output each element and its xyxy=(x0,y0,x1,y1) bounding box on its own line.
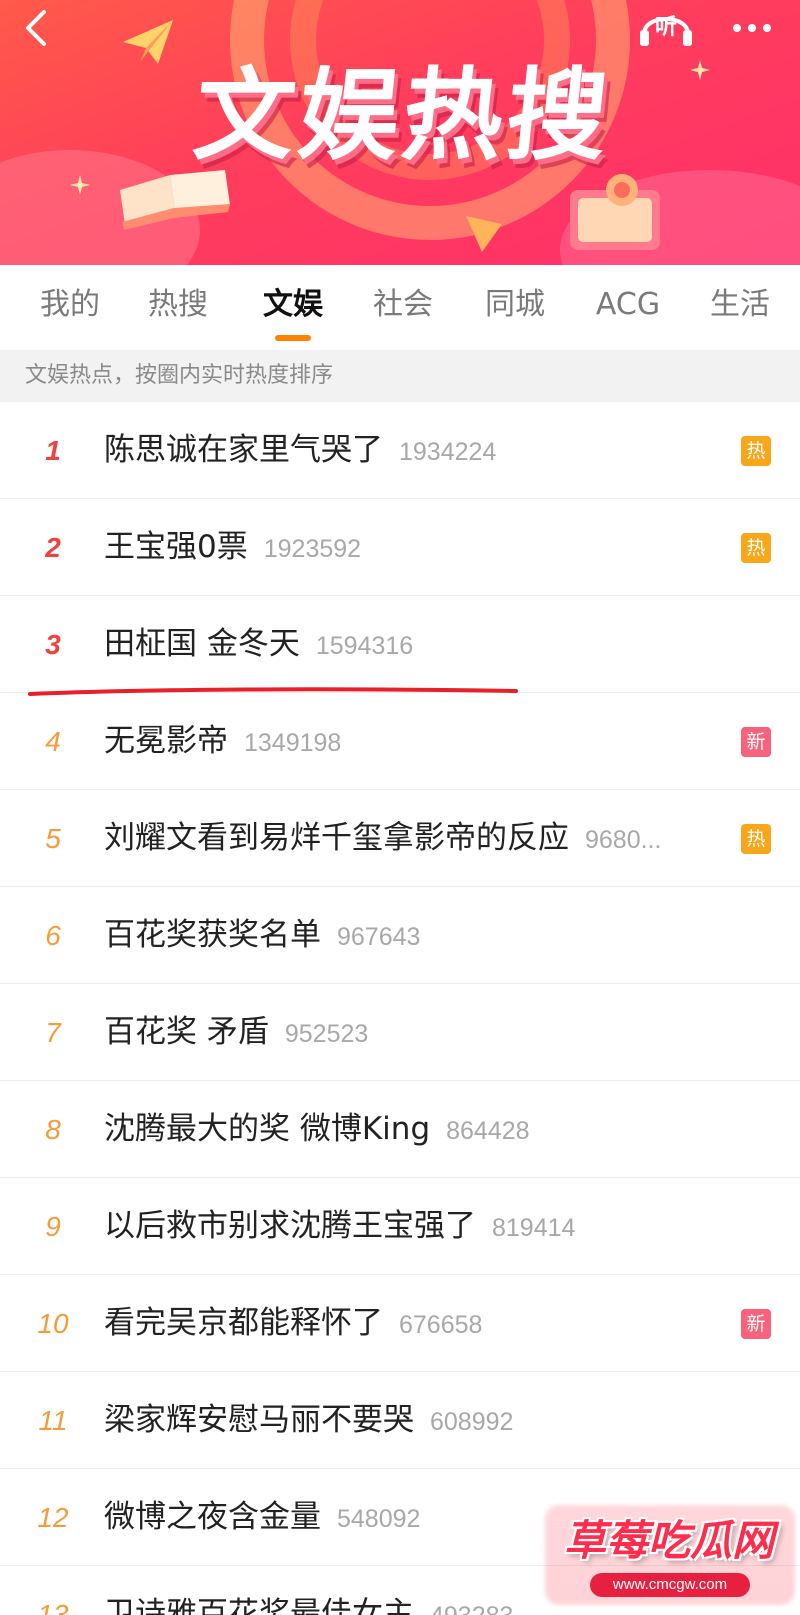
list-description: 文娱热点，按圈内实时热度排序 xyxy=(0,350,800,402)
rank-number: 4 xyxy=(45,726,61,757)
back-button[interactable] xyxy=(14,6,58,50)
triangle-decoration xyxy=(466,216,502,252)
list-item[interactable]: 6 百花奖获奖名单 967643 xyxy=(0,887,800,984)
list-item[interactable]: 5 刘耀文看到易烊千玺拿影帝的反应 9680... 热 xyxy=(0,790,800,887)
active-tab-indicator xyxy=(275,335,311,341)
list-item[interactable]: 8 沈腾最大的奖 微博King 864428 xyxy=(0,1081,800,1178)
item-title: 看完吴京都能释怀了 xyxy=(104,1305,383,1341)
header-banner: 听 文娱热搜 xyxy=(0,0,800,265)
item-title: 沈腾最大的奖 微博King xyxy=(104,1111,431,1147)
list-item[interactable]: 2 王宝强0票 1923592 热 xyxy=(0,499,800,596)
chevron-left-icon xyxy=(26,10,46,46)
new-badge: 新 xyxy=(741,1309,771,1339)
watermark-logo: 草莓吃瓜网 www.cmcgw.com xyxy=(535,1485,800,1615)
list-item[interactable]: 11 梁家辉安慰马丽不要哭 608992 xyxy=(0,1372,800,1469)
red-underline-annotation xyxy=(28,687,518,696)
rank-number: 2 xyxy=(45,532,61,563)
rank-number: 13 xyxy=(37,1599,69,1615)
item-title: 田柾国 金冬天 xyxy=(104,626,300,662)
dot-icon xyxy=(733,24,741,32)
tab-acg[interactable]: ACG xyxy=(583,265,673,350)
item-title: 梁家辉安慰马丽不要哭 xyxy=(104,1402,414,1438)
item-title: 王宝强0票 xyxy=(104,529,248,565)
list-item[interactable]: 1 陈思诚在家里气哭了 1934224 热 xyxy=(0,402,800,499)
rank-number: 1 xyxy=(45,435,61,466)
item-title: 百花奖 矛盾 xyxy=(104,1014,269,1050)
watermark-url: www.cmcgw.com xyxy=(590,1573,750,1597)
heat-count: 1934224 xyxy=(399,438,497,466)
watermark-text: 草莓吃瓜网 xyxy=(563,1516,774,1565)
listen-label: 听 xyxy=(654,15,677,40)
page-title: 文娱热搜 xyxy=(188,57,618,174)
heat-count: 967643 xyxy=(337,923,421,951)
rank-number: 6 xyxy=(45,920,61,951)
heat-count: 864428 xyxy=(446,1117,530,1145)
tab-bar: 我的 热搜 文娱 社会 同城 ACG 生活 xyxy=(0,265,800,350)
tab-society[interactable]: 社会 xyxy=(363,265,443,350)
rank-number: 7 xyxy=(45,1017,61,1048)
tab-life[interactable]: 生活 xyxy=(700,265,780,350)
heat-count: 1349198 xyxy=(244,729,342,757)
dot-icon xyxy=(748,24,756,32)
tab-hot-search[interactable]: 热搜 xyxy=(138,265,218,350)
list-item[interactable]: 3 田柾国 金冬天 1594316 xyxy=(0,596,800,693)
heat-count: 676658 xyxy=(399,1311,483,1339)
new-badge: 新 xyxy=(741,727,771,757)
heat-count: 1594316 xyxy=(315,632,414,660)
more-button[interactable] xyxy=(724,8,780,48)
heat-count: 493283 xyxy=(430,1602,513,1615)
item-title: 陈思诚在家里气哭了 xyxy=(104,432,383,468)
listen-button[interactable]: 听 xyxy=(636,4,696,48)
hot-badge: 热 xyxy=(741,436,771,466)
list-item[interactable]: 7 百花奖 矛盾 952523 xyxy=(0,984,800,1081)
sparkle-decoration xyxy=(690,60,710,80)
rank-number: 5 xyxy=(45,823,61,854)
rank-number: 10 xyxy=(37,1308,69,1339)
hot-badge: 热 xyxy=(741,533,771,563)
list-item[interactable]: 10 看完吴京都能释怀了 676658 新 xyxy=(0,1275,800,1372)
tab-local[interactable]: 同城 xyxy=(475,265,555,350)
hot-search-list: 1 陈思诚在家里气哭了 1934224 热 2 王宝强0票 1923592 热 3 … xyxy=(0,402,800,1615)
item-title: 百花奖获奖名单 xyxy=(104,917,321,953)
dot-icon xyxy=(763,24,771,32)
rank-number: 9 xyxy=(45,1211,61,1242)
hot-badge: 热 xyxy=(741,824,771,854)
rank-number: 12 xyxy=(37,1502,69,1533)
list-item[interactable]: 4 无冕影帝 1349198 新 xyxy=(0,693,800,790)
heat-count: 9680... xyxy=(585,826,662,854)
heat-count: 1923592 xyxy=(263,535,362,563)
heat-count: 952523 xyxy=(284,1020,369,1048)
item-title: 卫诗雅百花奖最佳女主 xyxy=(104,1596,414,1615)
sparkle-decoration xyxy=(70,175,90,195)
item-title: 无冕影帝 xyxy=(104,723,228,759)
heat-count: 819414 xyxy=(492,1214,576,1242)
heat-count: 548092 xyxy=(337,1505,421,1533)
item-title: 微博之夜含金量 xyxy=(104,1499,321,1535)
rank-number: 8 xyxy=(45,1114,61,1145)
paper-plane-icon xyxy=(123,20,173,64)
item-title: 刘耀文看到易烊千玺拿影帝的反应 xyxy=(104,820,569,856)
rank-number: 11 xyxy=(38,1405,68,1436)
tab-mine[interactable]: 我的 xyxy=(30,265,110,350)
rank-number: 3 xyxy=(45,629,61,660)
list-item[interactable]: 9 以后救市别求沈腾王宝强了 819414 xyxy=(0,1178,800,1275)
item-title: 以后救市别求沈腾王宝强了 xyxy=(104,1208,476,1244)
heat-count: 608992 xyxy=(430,1408,514,1436)
